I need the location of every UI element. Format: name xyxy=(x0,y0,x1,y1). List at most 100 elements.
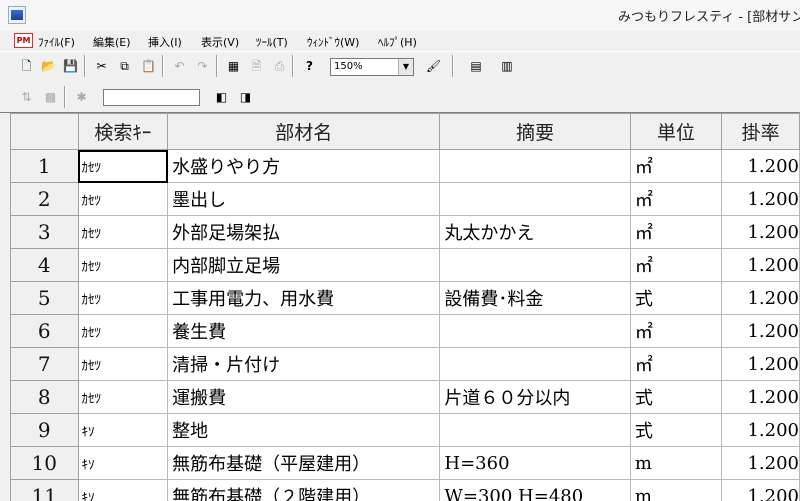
cell-rate[interactable]: 1.200 xyxy=(722,414,800,447)
cell-unit[interactable]: 式 xyxy=(630,282,721,315)
paste-icon[interactable]: 📋 xyxy=(139,57,158,76)
print-icon[interactable]: ⎙ xyxy=(270,57,289,76)
header-note[interactable]: 摘要 xyxy=(440,114,630,150)
header-search-key[interactable]: 検索ｷｰ xyxy=(78,114,168,150)
cell-rate[interactable]: 1.200 xyxy=(722,216,800,249)
cell-rate[interactable]: 1.200 xyxy=(722,183,800,216)
row-number[interactable]: 8 xyxy=(11,381,79,414)
row-number[interactable]: 10 xyxy=(11,447,79,480)
cell-rate[interactable]: 1.200 xyxy=(722,348,800,381)
table-row[interactable]: 2ｶｾﾂ墨出し㎡1.200 xyxy=(11,183,800,216)
help-question-icon[interactable]: ? xyxy=(300,57,319,76)
cell-unit[interactable]: 式 xyxy=(630,381,721,414)
print-preview-icon[interactable]: 🗎 xyxy=(247,57,266,76)
cell-rate[interactable]: 1.200 xyxy=(722,315,800,348)
cell-note[interactable]: W=300 H=480 xyxy=(440,480,630,501)
cell-rate[interactable]: 1.200 xyxy=(722,282,800,315)
table-row[interactable]: 6ｶｾﾂ養生費㎡1.200 xyxy=(11,315,800,348)
cell-unit[interactable]: ㎡ xyxy=(630,249,721,282)
table-row[interactable]: 5ｶｾﾂ工事用電力、用水費設備費･料金式1.200 xyxy=(11,282,800,315)
row-number[interactable]: 4 xyxy=(11,249,79,282)
row-number[interactable]: 1 xyxy=(11,150,79,183)
cell-unit[interactable]: ㎡ xyxy=(630,183,721,216)
cell-note[interactable] xyxy=(440,348,630,381)
menu-help[interactable]: ﾍﾙﾌﾟ(H) xyxy=(378,34,417,50)
table-row[interactable]: 11ｷｿ無筋布基礎（２階建用）W=300 H=480m1.200 xyxy=(11,480,800,501)
copy-icon[interactable]: ⧉ xyxy=(115,57,134,76)
cell-search-key[interactable]: ｶｾﾂ xyxy=(78,348,168,381)
corner-cell[interactable] xyxy=(11,114,79,150)
save-icon[interactable]: 💾 xyxy=(61,57,80,76)
cell-part-name[interactable]: 工事用電力、用水費 xyxy=(168,282,440,315)
table-row[interactable]: 1ｶｾﾂ水盛りやり方 ㎡1.200 xyxy=(11,150,800,183)
window-cascade-icon[interactable]: ▤ xyxy=(462,57,490,76)
chevron-down-icon[interactable]: ▼ xyxy=(398,59,413,75)
cell-note[interactable] xyxy=(440,414,630,447)
redo-icon[interactable]: ↷ xyxy=(193,57,212,76)
cell-note[interactable] xyxy=(440,315,630,348)
window-tile-icon[interactable]: ▥ xyxy=(493,57,521,76)
sort-icon[interactable]: ⇅ xyxy=(17,88,36,107)
header-rate[interactable]: 掛率 xyxy=(722,114,800,150)
zoom-select[interactable]: 150% ▼ xyxy=(330,58,414,76)
cell-unit[interactable]: 式 xyxy=(630,414,721,447)
cell-part-name[interactable]: 無筋布基礎（平屋建用） xyxy=(168,447,440,480)
row-number[interactable]: 3 xyxy=(11,216,79,249)
header-unit[interactable]: 単位 xyxy=(630,114,721,150)
cell-search-key[interactable]: ｶｾﾂ xyxy=(78,249,168,282)
table-row[interactable]: 9ｷｿ整地式1.200 xyxy=(11,414,800,447)
cell-search-key[interactable]: ｷｿ xyxy=(78,480,168,501)
cell-search-key[interactable]: ｶｾﾂ xyxy=(78,381,168,414)
cell-note[interactable] xyxy=(440,249,630,282)
table-row[interactable]: 4ｶｾﾂ内部脚立足場 ㎡1.200 xyxy=(11,249,800,282)
new-file-icon[interactable]: 🗋 xyxy=(17,57,36,76)
table-row[interactable]: 8ｶｾﾂ運搬費片道６０分以内式1.200 xyxy=(11,381,800,414)
open-folder-icon[interactable]: 📂 xyxy=(39,57,58,76)
cell-part-name[interactable]: 養生費 xyxy=(168,315,440,348)
menu-tools[interactable]: ﾂｰﾙ(T) xyxy=(256,34,288,50)
cell-unit[interactable]: m xyxy=(630,447,721,480)
cell-search-key[interactable]: ｷｿ xyxy=(78,447,168,480)
table-row[interactable]: 7ｶｾﾂ清掃・片付け ㎡1.200 xyxy=(11,348,800,381)
cell-unit[interactable]: ㎡ xyxy=(630,216,721,249)
cell-part-name[interactable]: 整地 xyxy=(168,414,440,447)
search-next-icon[interactable]: ◨ xyxy=(236,88,255,107)
cell-unit[interactable]: ㎡ xyxy=(630,348,721,381)
cell-part-name[interactable]: 墨出し xyxy=(168,183,440,216)
cell-search-key[interactable]: ｶｾﾂ xyxy=(78,183,168,216)
menu-file[interactable]: ﾌｧｲﾙ(F) xyxy=(38,34,75,50)
menu-edit[interactable]: 編集(E) xyxy=(93,34,131,50)
menu-view[interactable]: 表示(V) xyxy=(201,34,239,50)
cell-part-name[interactable]: 水盛りやり方 xyxy=(168,150,440,183)
search-input[interactable] xyxy=(103,89,200,106)
row-number[interactable]: 5 xyxy=(11,282,79,315)
cell-rate[interactable]: 1.200 xyxy=(722,249,800,282)
row-number[interactable]: 7 xyxy=(11,348,79,381)
app-icon[interactable] xyxy=(8,6,26,24)
print-setup-icon[interactable]: ▦ xyxy=(224,57,243,76)
cell-part-name[interactable]: 内部脚立足場 xyxy=(168,249,440,282)
cell-unit[interactable]: ㎡ xyxy=(630,150,721,183)
cell-note[interactable]: 丸太かかえ xyxy=(440,216,630,249)
cell-note[interactable] xyxy=(440,150,630,183)
cell-part-name[interactable]: 清掃・片付け xyxy=(168,348,440,381)
cell-search-key[interactable]: ｶｾﾂ xyxy=(78,216,168,249)
cell-note[interactable]: H=360 xyxy=(440,447,630,480)
table-row[interactable]: 10ｷｿ無筋布基礎（平屋建用）H=360m1.200 xyxy=(11,447,800,480)
cell-note[interactable] xyxy=(440,183,630,216)
search-prev-icon[interactable]: ◧ xyxy=(212,88,231,107)
cell-search-key[interactable]: ｷｿ xyxy=(78,414,168,447)
cell-search-key[interactable]: ｶｾﾂ xyxy=(78,315,168,348)
undo-icon[interactable]: ↶ xyxy=(170,57,189,76)
cell-search-key[interactable]: ｶｾﾂ xyxy=(78,150,168,183)
cut-icon[interactable]: ✂ xyxy=(92,57,111,76)
grid-icon[interactable]: ▩ xyxy=(41,88,60,107)
header-part-name[interactable]: 部材名 xyxy=(168,114,440,150)
brush-icon[interactable]: 🖌 xyxy=(424,57,443,76)
cell-part-name[interactable]: 運搬費 xyxy=(168,381,440,414)
cell-rate[interactable]: 1.200 xyxy=(722,150,800,183)
cell-unit[interactable]: m xyxy=(630,480,721,501)
cell-rate[interactable]: 1.200 xyxy=(722,447,800,480)
cell-note[interactable]: 設備費･料金 xyxy=(440,282,630,315)
cell-rate[interactable]: 1.200 xyxy=(722,381,800,414)
